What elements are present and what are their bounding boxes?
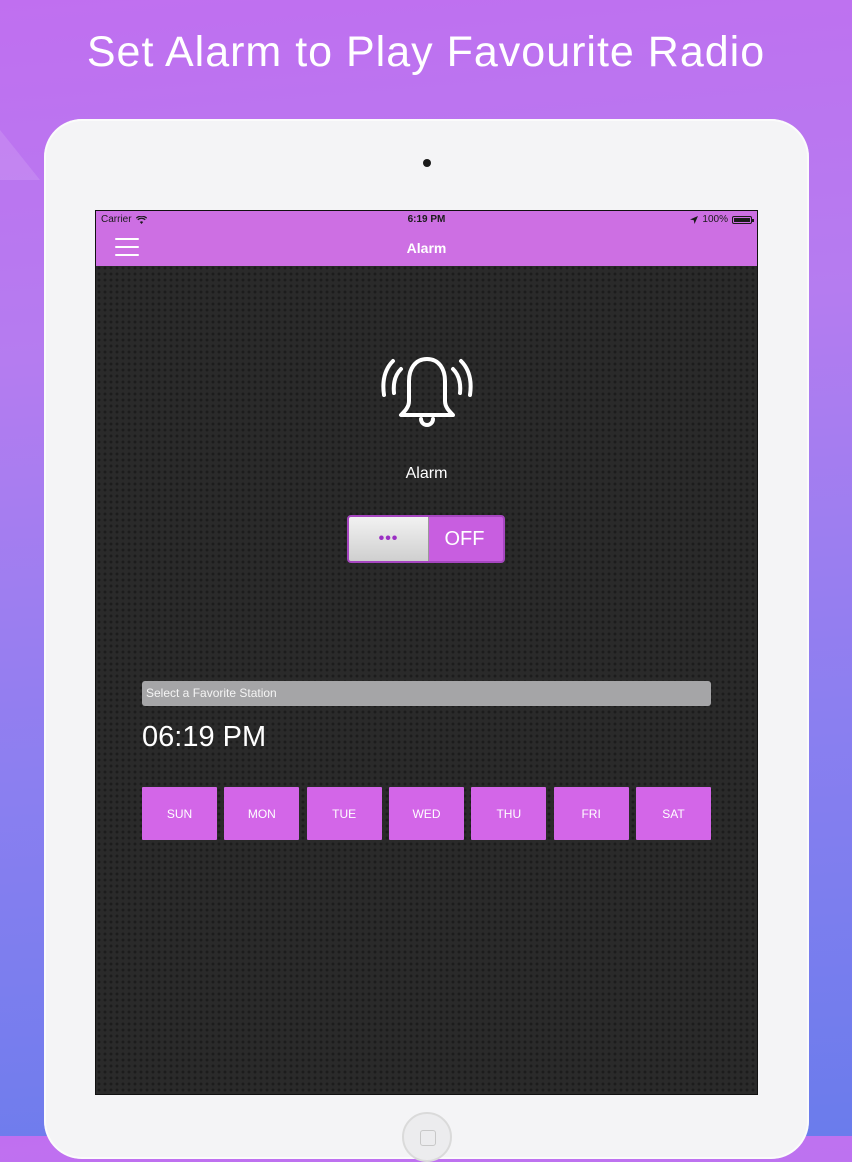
- day-button-mon[interactable]: MON: [224, 787, 300, 840]
- battery-percent: 100%: [702, 214, 728, 225]
- toggle-knob[interactable]: •••: [349, 517, 429, 561]
- app-screen: Carrier 6:19 PM 100% Alarm Alarm ••• OFF…: [95, 210, 758, 1095]
- home-button: [402, 1112, 452, 1162]
- day-button-tue[interactable]: TUE: [306, 787, 382, 840]
- location-arrow-icon: [690, 215, 699, 224]
- battery-icon: [732, 215, 754, 224]
- day-button-thu[interactable]: THU: [471, 787, 547, 840]
- day-button-sun[interactable]: SUN: [142, 787, 217, 840]
- alarm-time[interactable]: 06:19 PM: [142, 721, 266, 754]
- favorite-station-select[interactable]: Select a Favorite Station: [142, 681, 711, 706]
- status-time: 6:19 PM: [407, 214, 446, 225]
- alarm-toggle-switch[interactable]: ••• OFF: [347, 515, 505, 563]
- day-button-fri[interactable]: FRI: [553, 787, 629, 840]
- background-decoration: [0, 130, 40, 180]
- nav-bar: Alarm: [96, 229, 757, 266]
- day-button-sat[interactable]: SAT: [635, 787, 711, 840]
- day-button-wed[interactable]: WED: [388, 787, 464, 840]
- promo-headline: Set Alarm to Play Favourite Radio: [86, 28, 766, 76]
- weekday-selector: SUN MON TUE WED THU FRI SAT: [142, 787, 711, 840]
- nav-title: Alarm: [406, 240, 447, 256]
- camera-dot: [423, 159, 431, 167]
- alarm-label: Alarm: [405, 465, 448, 482]
- toggle-state-label: OFF: [444, 527, 485, 550]
- alarm-bell-icon: [381, 357, 473, 427]
- status-bar: Carrier 6:19 PM 100%: [96, 211, 757, 229]
